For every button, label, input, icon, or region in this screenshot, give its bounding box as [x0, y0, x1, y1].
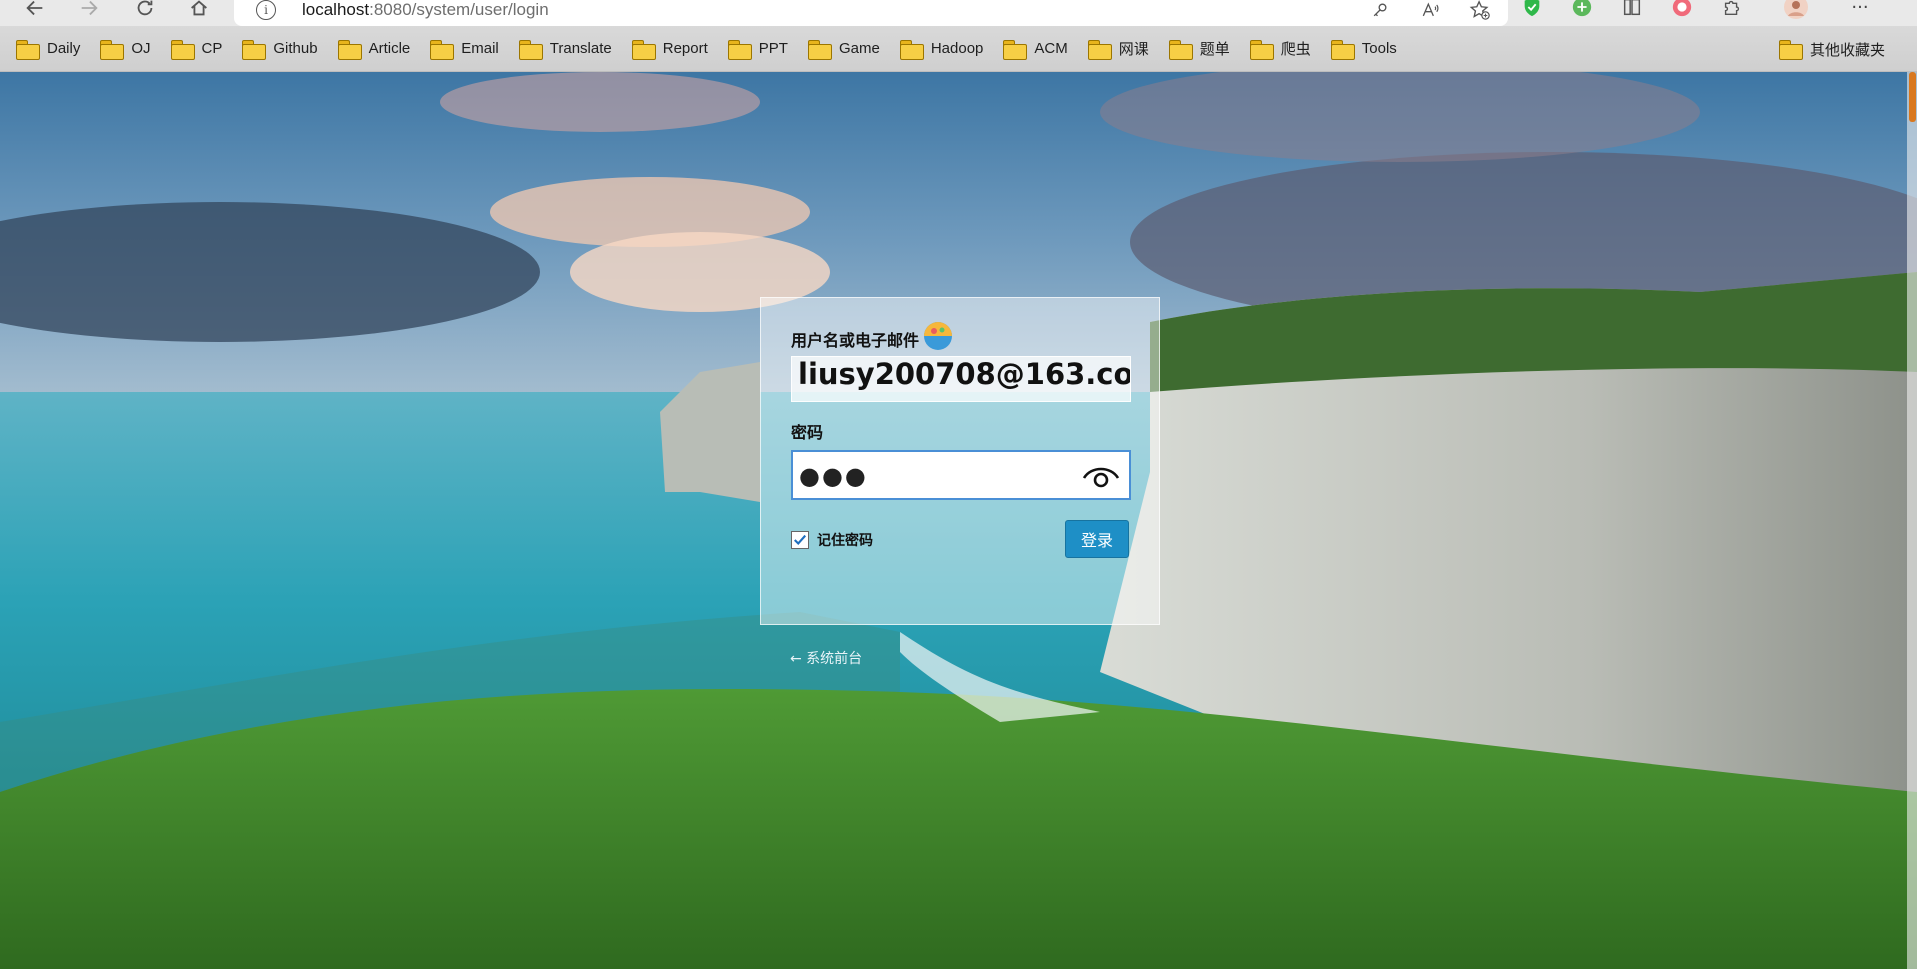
- shield-icon[interactable]: [1520, 0, 1544, 19]
- arrow-left-icon: [26, 0, 43, 16]
- checkmark-icon: [794, 534, 807, 546]
- user-avatar-icon: [924, 322, 953, 350]
- bookmark-label: Article: [368, 40, 411, 57]
- bookmark-folder-oj[interactable]: OJ: [100, 33, 151, 65]
- login-form: 用户名或电子邮件 liusy200708@163.com 密码 ●●● 记住密码…: [760, 297, 1160, 625]
- url-host: localhost: [302, 0, 370, 19]
- bookmark-label: ACM: [1034, 40, 1068, 57]
- refresh-icon: [137, 0, 153, 16]
- bookmark-label: 题单: [1199, 41, 1230, 58]
- password-label: 密码: [791, 423, 824, 442]
- address-bar-actions: [1368, 0, 1492, 22]
- bookmark-folder-hadoop[interactable]: Hadoop: [899, 33, 984, 65]
- folder-icon: [1778, 40, 1803, 60]
- reading-list-icon[interactable]: [1620, 0, 1644, 19]
- folder-icon: [1087, 39, 1112, 60]
- folder-icon: [242, 39, 267, 60]
- refresh-button[interactable]: [130, 0, 160, 21]
- checkbox-box[interactable]: [791, 531, 809, 549]
- bookmark-folder-online-course[interactable]: 网课: [1087, 33, 1149, 65]
- bookmark-folder-daily[interactable]: Daily: [16, 33, 80, 65]
- bookmark-label: 网课: [1118, 41, 1149, 58]
- username-label: 用户名或电子邮件: [791, 331, 920, 350]
- bookmark-label: Email: [461, 40, 499, 57]
- folder-icon: [1330, 39, 1355, 60]
- url-text[interactable]: localhost:8080/system/user/login: [302, 0, 549, 20]
- folder-icon: [16, 39, 40, 60]
- plus-extension-icon[interactable]: [1570, 0, 1594, 19]
- bookmark-label: PPT: [758, 40, 788, 57]
- bookmark-folder-github[interactable]: Github: [242, 33, 318, 65]
- key-icon[interactable]: [1368, 0, 1392, 22]
- bookmark-folder-translate[interactable]: Translate: [518, 33, 612, 65]
- bookmark-label: Hadoop: [930, 40, 984, 57]
- username-label-row: 用户名或电子邮件: [791, 322, 1129, 350]
- scrollbar-thumb[interactable]: [1909, 72, 1916, 122]
- back-button[interactable]: [20, 0, 50, 21]
- home-button[interactable]: [184, 0, 214, 21]
- browser-toolbar: i localhost:8080/system/user/login ···: [0, 0, 1917, 26]
- forward-button[interactable]: [74, 0, 104, 21]
- bookmark-folder-article[interactable]: Article: [337, 33, 411, 65]
- bookmarks-bar: Daily OJ CP Github Article Email Transla…: [0, 26, 1917, 72]
- bookmark-label: Github: [273, 40, 318, 57]
- folder-icon: [1249, 39, 1274, 60]
- extensions-area: ···: [1520, 0, 1872, 20]
- folder-icon: [518, 39, 543, 60]
- form-actions: 记住密码 登录: [791, 520, 1129, 560]
- folder-icon: [631, 39, 656, 60]
- bookmark-label: Tools: [1361, 40, 1397, 57]
- bookmark-label: OJ: [131, 40, 151, 57]
- folder-icon: [1003, 39, 1028, 60]
- bookmark-folder-problem-list[interactable]: 题单: [1168, 33, 1230, 65]
- show-password-eye-icon[interactable]: [1081, 460, 1121, 492]
- other-bookmarks-folder[interactable]: 其他收藏夹: [1778, 33, 1885, 65]
- bookmark-folder-ppt[interactable]: PPT: [727, 33, 788, 65]
- remember-password-checkbox[interactable]: 记住密码: [791, 530, 873, 550]
- more-menu-icon[interactable]: ···: [1848, 0, 1872, 19]
- password-mask: ●●●: [799, 462, 868, 490]
- folder-icon: [337, 39, 362, 60]
- bookmark-folder-report[interactable]: Report: [631, 33, 708, 65]
- arrow-right-icon: [81, 0, 98, 16]
- other-bookmarks-label: 其他收藏夹: [1809, 41, 1885, 59]
- bookmark-label: Report: [662, 40, 708, 57]
- bookmark-folder-email[interactable]: Email: [430, 33, 499, 65]
- bookmark-label: 爬虫: [1280, 41, 1311, 58]
- bookmark-folder-game[interactable]: Game: [807, 33, 880, 65]
- bookmark-folder-crawler[interactable]: 爬虫: [1249, 33, 1311, 65]
- record-icon[interactable]: [1670, 0, 1694, 19]
- password-input[interactable]: ●●●: [791, 450, 1131, 500]
- bookmark-folder-acm[interactable]: ACM: [1003, 33, 1068, 65]
- username-input[interactable]: liusy200708@163.com: [791, 356, 1131, 402]
- folder-icon: [1168, 39, 1193, 60]
- bookmark-folder-tools[interactable]: Tools: [1330, 33, 1397, 65]
- puzzle-extensions-icon[interactable]: [1720, 0, 1744, 19]
- system-frontend-link[interactable]: ← 系统前台: [790, 648, 862, 668]
- folder-icon: [430, 39, 455, 60]
- bookmark-label: Game: [838, 40, 880, 57]
- folder-icon: [170, 39, 195, 60]
- page-scrollbar[interactable]: [1907, 72, 1917, 969]
- info-icon[interactable]: i: [256, 0, 276, 20]
- url-path: :8080/system/user/login: [369, 0, 549, 19]
- address-bar[interactable]: i localhost:8080/system/user/login: [234, 0, 1508, 26]
- remember-password-label: 记住密码: [817, 533, 873, 549]
- profile-avatar[interactable]: [1784, 0, 1808, 19]
- folder-icon: [899, 39, 924, 60]
- bookmark-label: CP: [201, 40, 223, 57]
- favorite-add-icon[interactable]: [1468, 0, 1492, 22]
- folder-icon: [727, 39, 752, 60]
- home-icon: [191, 0, 207, 16]
- login-button[interactable]: 登录: [1065, 520, 1129, 558]
- bookmark-label: Daily: [47, 40, 81, 57]
- folder-icon: [807, 39, 832, 60]
- read-aloud-icon[interactable]: [1418, 0, 1442, 22]
- folder-icon: [100, 39, 125, 60]
- bookmark-folder-cp[interactable]: CP: [170, 33, 223, 65]
- bookmark-label: Translate: [549, 40, 612, 57]
